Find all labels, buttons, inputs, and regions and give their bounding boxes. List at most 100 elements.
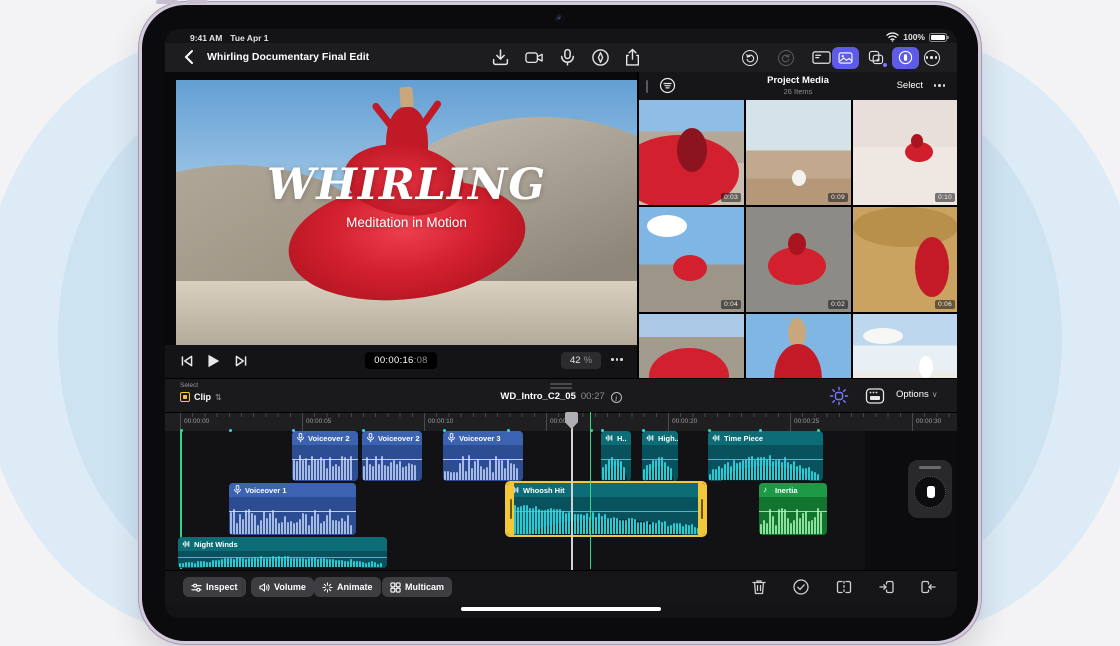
- front-camera: [556, 15, 563, 22]
- clip-marker-dot: [590, 429, 593, 432]
- volume-line[interactable]: [759, 511, 827, 512]
- jog-wheel-dial[interactable]: [914, 476, 946, 508]
- volume-line[interactable]: [642, 459, 678, 460]
- jog-wheel[interactable]: [908, 460, 952, 518]
- connect-clip-icon[interactable]: [829, 386, 849, 406]
- share-icon[interactable]: [623, 48, 642, 67]
- volume-line[interactable]: [362, 459, 422, 460]
- timeline-clip[interactable]: Voiceover 2: [292, 431, 358, 481]
- split-clip-icon[interactable]: [835, 578, 853, 596]
- viewer-zoom-control[interactable]: 42%: [561, 352, 601, 369]
- insert-clip-icon[interactable]: [878, 578, 896, 596]
- select-mode-label: Select: [180, 382, 198, 389]
- trash-icon[interactable]: [750, 578, 768, 596]
- clip-info-icon[interactable]: i: [611, 392, 622, 403]
- clip-label: H..: [617, 434, 627, 443]
- volume-line[interactable]: [178, 557, 387, 558]
- timeline-clip[interactable]: Time Piece: [708, 431, 823, 481]
- playhead-line[interactable]: [571, 412, 573, 570]
- clip-duration-badge: 0:02: [828, 300, 848, 309]
- clip-marker-dot: [817, 429, 820, 432]
- viewer-more-icon[interactable]: [611, 358, 623, 361]
- timeline-clip[interactable]: Night Winds: [178, 537, 387, 568]
- media-thumbnail[interactable]: 0:06: [853, 207, 957, 312]
- thumbnail-subject: [677, 128, 707, 172]
- home-indicator[interactable]: [461, 607, 661, 611]
- chevron-down-icon: ∨: [932, 390, 938, 399]
- volume-button[interactable]: Volume: [251, 577, 314, 597]
- volume-line[interactable]: [708, 459, 823, 460]
- timeline-drag-handle[interactable]: [550, 383, 572, 391]
- timeline-ruler[interactable]: 00:00:0000:00:0500:00:1000:00:1500:00:20…: [165, 412, 957, 431]
- timeline-clip[interactable]: Whoosh Hit: [507, 483, 705, 535]
- button-label: Multicam: [405, 582, 444, 592]
- selected-clip-name: WD_Intro_C2_05: [500, 391, 576, 402]
- timeline-clip[interactable]: H..: [601, 431, 631, 481]
- import-media-icon[interactable]: [491, 48, 510, 67]
- select-button[interactable]: Select: [897, 80, 923, 91]
- timecode-seconds: 00:00:16: [374, 355, 413, 366]
- project-title: Whirling Documentary Final Edit: [207, 51, 369, 63]
- title-card-main: WHIRLING: [176, 164, 637, 207]
- multicam-switcher-icon[interactable]: [865, 386, 885, 406]
- trim-handle-right[interactable]: [698, 483, 705, 535]
- clip-marker-dot: [507, 429, 510, 432]
- multicam-button[interactable]: Multicam: [382, 577, 452, 597]
- dancer-hat: [399, 87, 413, 108]
- media-thumbnail[interactable]: 0:04: [639, 207, 744, 312]
- approve-check-icon[interactable]: [792, 578, 810, 596]
- media-thumbnail[interactable]: [853, 314, 957, 378]
- clip-marker-dot: [362, 429, 365, 432]
- thumbnail-subject: [774, 344, 822, 378]
- thumbnail-subject: [792, 170, 806, 186]
- media-browser-button[interactable]: [832, 47, 859, 69]
- timeline-clip[interactable]: Voiceover 1: [229, 483, 356, 535]
- clip-marker-dot: [601, 429, 604, 432]
- timeline-clip[interactable]: High..: [642, 431, 678, 481]
- overwrite-clip-icon[interactable]: [919, 578, 937, 596]
- play-button[interactable]: [205, 353, 221, 369]
- current-timecode[interactable]: 00:00:16:08: [365, 352, 437, 369]
- effects-browser-button[interactable]: [862, 47, 889, 69]
- back-button[interactable]: [181, 48, 199, 66]
- trim-handle-left[interactable]: [507, 483, 514, 535]
- volume-line[interactable]: [229, 511, 356, 512]
- volume-line[interactable]: [507, 511, 705, 512]
- undo-icon[interactable]: [740, 48, 759, 67]
- inspect-button[interactable]: Inspect: [183, 577, 246, 597]
- video-preview[interactable]: WHIRLING Meditation in Motion: [176, 80, 637, 345]
- media-thumbnail[interactable]: 0:03: [639, 100, 744, 205]
- timeline-clip[interactable]: Voiceover 3: [443, 431, 523, 481]
- media-thumbnail[interactable]: 0:09: [746, 100, 851, 205]
- media-more-icon[interactable]: [934, 84, 946, 87]
- volume-line[interactable]: [601, 459, 631, 460]
- options-button[interactable]: Options∨: [896, 389, 938, 400]
- record-video-icon[interactable]: [525, 48, 544, 67]
- next-frame-button[interactable]: [233, 353, 249, 369]
- record-voiceover-icon[interactable]: [558, 48, 577, 67]
- volume-line[interactable]: [443, 459, 523, 460]
- thumbnail-subject: [649, 348, 729, 378]
- timeline-clip[interactable]: Voiceover 2: [362, 431, 422, 481]
- audio-waveform: [508, 505, 704, 534]
- more-options-icon[interactable]: [922, 48, 941, 67]
- button-label: Volume: [274, 582, 306, 592]
- timeline-clip[interactable]: ♪Inertia: [759, 483, 827, 535]
- titles-browser-icon[interactable]: [812, 48, 831, 67]
- animate-button[interactable]: Animate: [314, 577, 381, 597]
- media-thumbnail[interactable]: 0:02: [746, 207, 851, 312]
- jog-wheel-grip[interactable]: [919, 466, 941, 469]
- previous-frame-button[interactable]: [179, 353, 195, 369]
- jog-wheel-button[interactable]: [892, 47, 919, 69]
- volume-line[interactable]: [292, 459, 358, 460]
- media-thumbnail[interactable]: [746, 314, 851, 378]
- ruler-tick-label: 00:00:25: [790, 413, 819, 431]
- thumbnail-subject: [647, 215, 687, 237]
- pencil-tool-icon[interactable]: [591, 48, 610, 67]
- media-thumbnail[interactable]: [639, 314, 744, 378]
- clip-duration-badge: 0:10: [935, 193, 955, 202]
- bottom-toolbar: Inspect Volume Animate Multicam: [165, 570, 957, 604]
- redo-icon[interactable]: [776, 48, 795, 67]
- thumbnail-subject: [863, 328, 903, 344]
- media-thumbnail[interactable]: 0:10: [853, 100, 957, 205]
